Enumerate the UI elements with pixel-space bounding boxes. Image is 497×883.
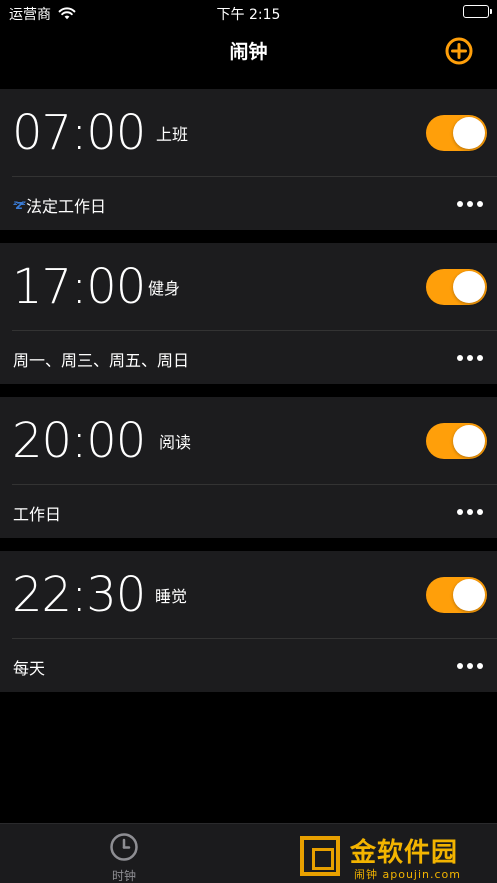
watermark-icon: [300, 836, 340, 876]
clock-icon: [110, 833, 138, 861]
alarm-time: 07:00: [12, 105, 146, 161]
status-time: 下午 2:15: [216, 7, 281, 23]
alarm-toggle[interactable]: [426, 269, 487, 305]
more-options-button[interactable]: [457, 355, 483, 361]
tab-clock[interactable]: 时钟: [98, 832, 150, 883]
alarm-label: 睡觉: [155, 587, 188, 606]
alarm-repeat-text: 法定工作日: [26, 197, 107, 216]
alarm-repeat: 每天: [13, 655, 45, 679]
battery-icon: [463, 5, 492, 18]
alarm-repeat-text: 每天: [13, 659, 46, 678]
alarm-row[interactable]: 20:00 阅读 工作日: [0, 397, 497, 538]
tab-label: 时钟: [111, 869, 136, 883]
alarm-time: 17:00: [12, 259, 146, 315]
alarm-repeat: ᶻzᶻ 法定工作日: [13, 193, 106, 217]
alarm-row[interactable]: 07:00 上班 ᶻzᶻ 法定工作日: [0, 89, 497, 230]
alarm-repeat-text: 工作日: [13, 505, 62, 524]
alarm-row[interactable]: 22:30 睡觉 每天: [0, 551, 497, 692]
alarm-toggle[interactable]: [426, 577, 487, 613]
alarm-label: 阅读: [159, 433, 192, 452]
alarm-label: 健身: [148, 279, 181, 298]
divider: [12, 638, 497, 639]
alarm-toggle[interactable]: [426, 115, 487, 151]
alarm-toggle[interactable]: [426, 423, 487, 459]
alarm-time: 20:00: [12, 413, 146, 469]
divider: [12, 330, 497, 331]
alarm-label: 上班: [156, 125, 189, 144]
alarm-row[interactable]: 17:00 健身 周一、周三、周五、周日: [0, 243, 497, 384]
zzz-icon: ᶻzᶻ: [13, 198, 26, 212]
status-bar: 运营商 下午 2:15: [0, 0, 497, 26]
divider: [12, 484, 497, 485]
alarm-repeat-text: 周一、周三、周五、周日: [13, 351, 190, 370]
watermark-logo: 金软件园 闹钟 apoujin.com: [298, 830, 497, 883]
more-options-button[interactable]: [457, 509, 483, 515]
alarm-repeat: 周一、周三、周五、周日: [13, 347, 189, 371]
alarm-time: 22:30: [12, 567, 146, 623]
watermark-subtext: 闹钟 apoujin.com: [354, 868, 461, 881]
divider: [12, 176, 497, 177]
page-title: 闹钟: [229, 41, 268, 63]
plus-circle-icon: [445, 37, 473, 65]
alarm-repeat: 工作日: [13, 501, 61, 525]
watermark-text: 金软件园: [350, 838, 459, 868]
more-options-button[interactable]: [457, 201, 483, 207]
more-options-button[interactable]: [457, 663, 483, 669]
add-alarm-button[interactable]: [445, 37, 473, 65]
